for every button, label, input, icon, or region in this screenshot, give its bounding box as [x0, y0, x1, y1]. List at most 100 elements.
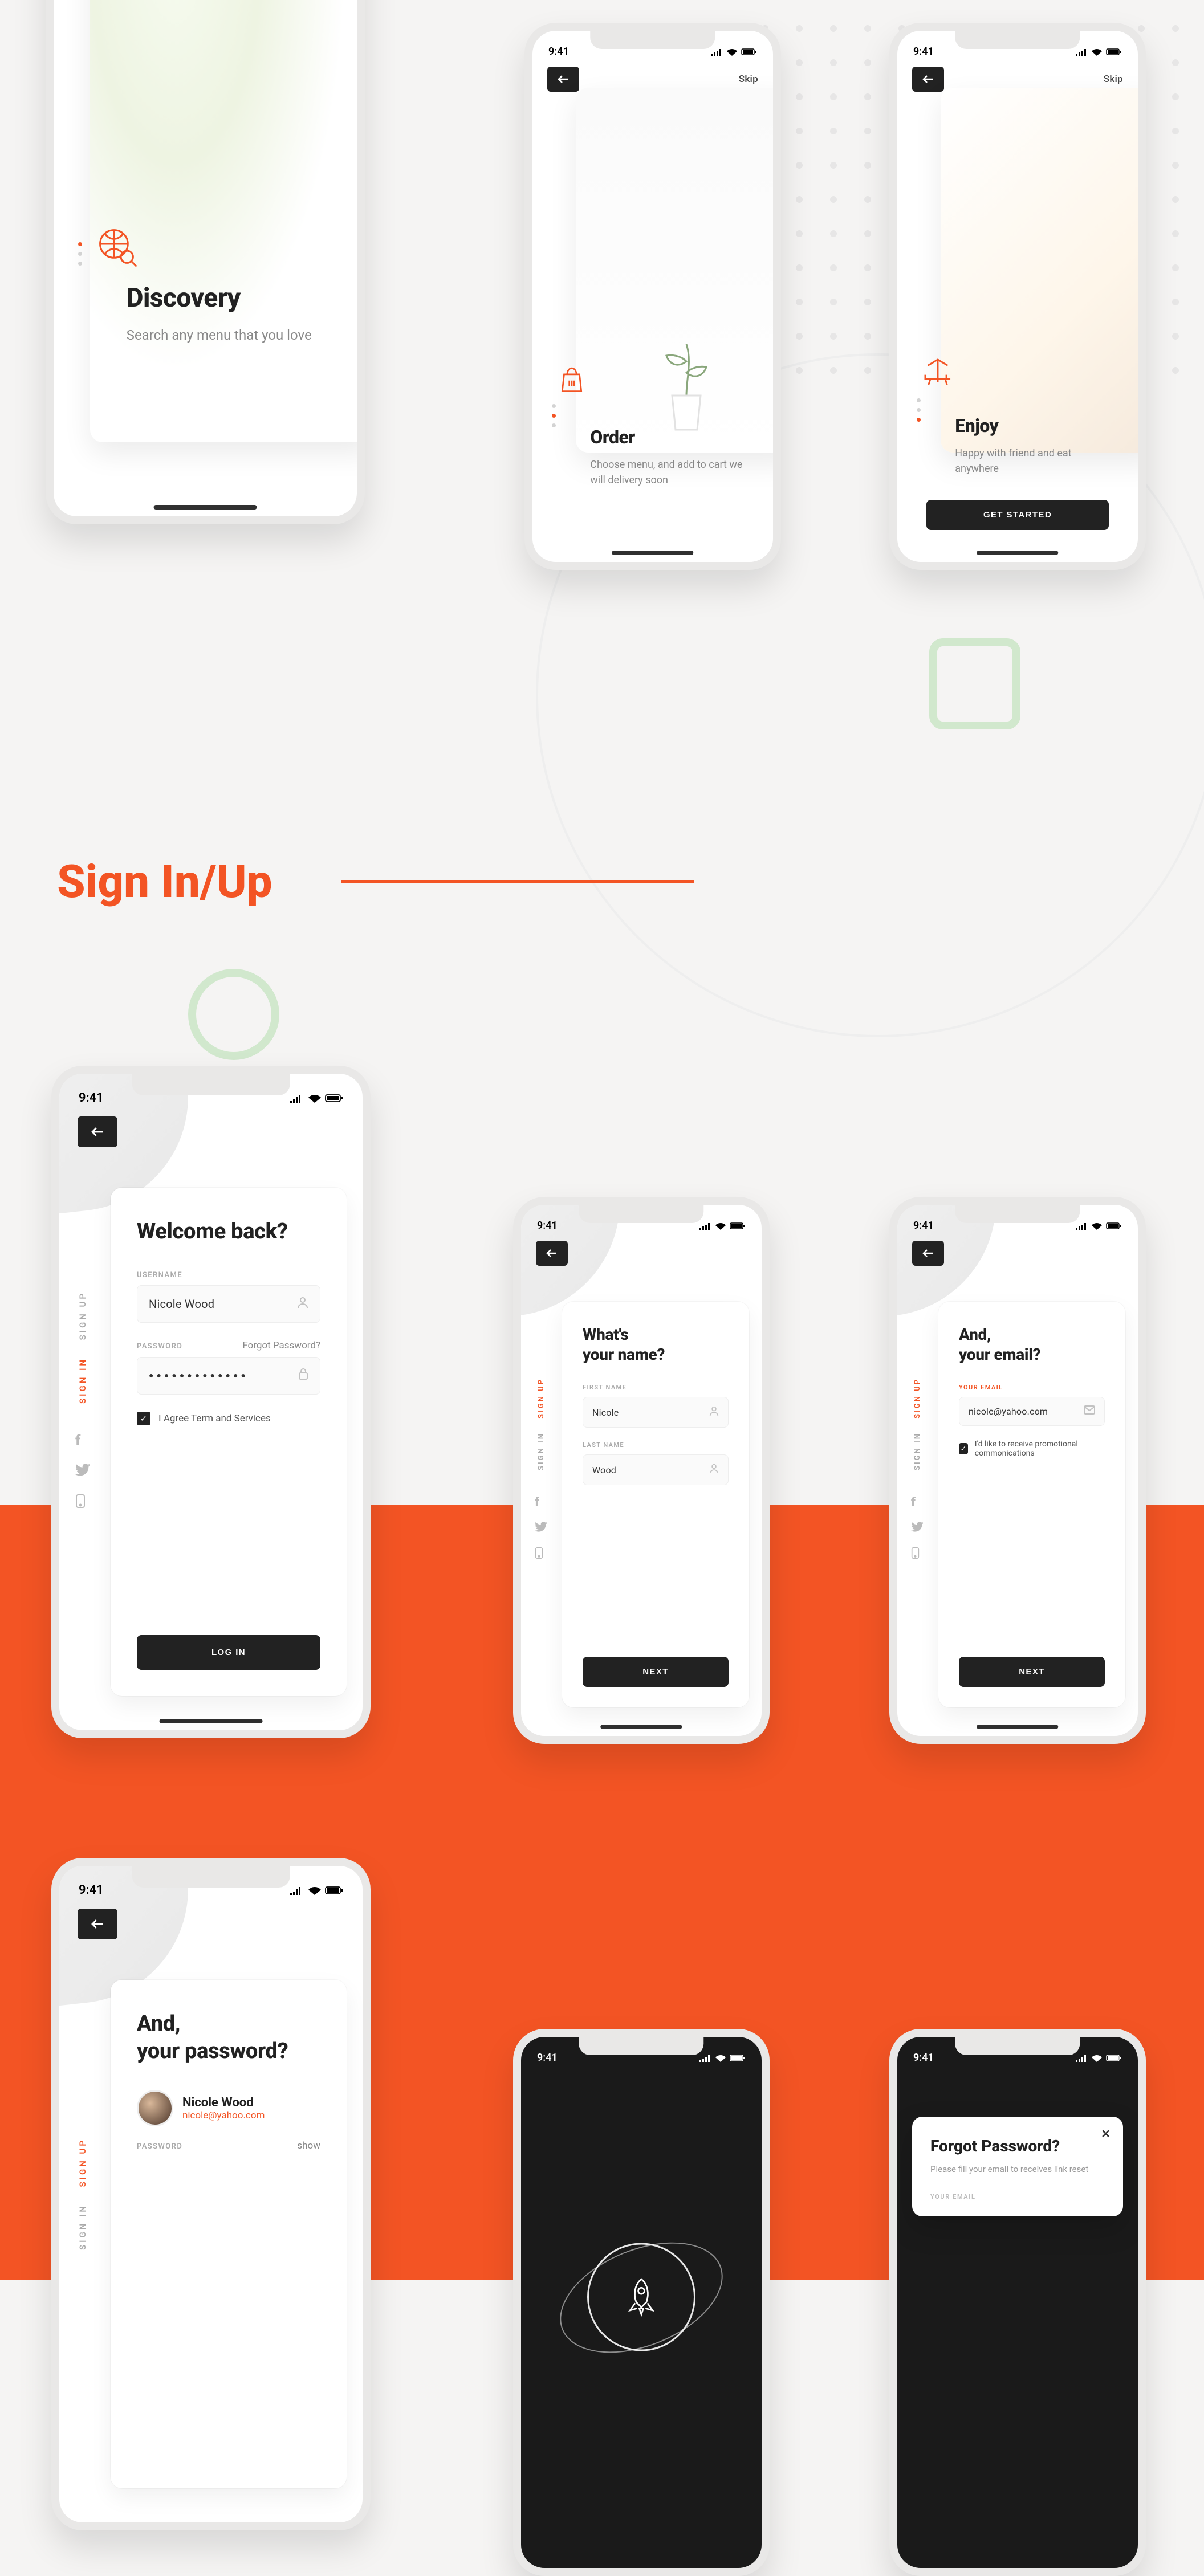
tab-sign-in[interactable]: SIGN IN — [913, 1432, 922, 1470]
username-input[interactable]: Nicole Wood — [137, 1285, 320, 1323]
promo-checkbox[interactable]: ✓ — [959, 1443, 968, 1454]
next-button[interactable]: NEXT — [959, 1657, 1105, 1687]
password-input[interactable]: ●●●●●●●●●●●●● — [137, 1357, 320, 1395]
status-icons — [1075, 2054, 1122, 2062]
profile-name: Nicole Wood — [182, 2096, 265, 2110]
section-title-rule — [341, 880, 694, 883]
home-indicator — [977, 551, 1058, 555]
status-time: 9:41 — [79, 1091, 104, 1105]
close-icon[interactable]: ✕ — [1101, 2127, 1111, 2141]
onboarding-pager — [552, 404, 556, 427]
globe-search-icon — [96, 226, 139, 271]
tab-sign-up[interactable]: SIGN UP — [78, 2138, 88, 2187]
tab-sign-up[interactable]: SIGN UP — [78, 1291, 88, 1340]
phone-notch — [590, 31, 715, 49]
terms-label: I Agree Term and Services — [158, 1413, 271, 1424]
password-label: PASSWORD — [137, 2142, 182, 2151]
status-time: 9:41 — [913, 2052, 934, 2064]
twitter-icon[interactable] — [75, 1463, 90, 1480]
last-name-input[interactable]: Wood — [583, 1454, 729, 1485]
password-value: ●●●●●●●●●●●●● — [149, 1371, 249, 1380]
facebook-icon[interactable]: f — [911, 1495, 924, 1510]
email-label: YOUR EMAIL — [930, 2193, 1105, 2200]
card-heading: And, your email? — [959, 1324, 1105, 1364]
back-button[interactable] — [536, 1241, 568, 1266]
get-started-button[interactable]: GET STARTED — [926, 500, 1109, 530]
next-button[interactable]: NEXT — [583, 1657, 729, 1687]
profile-email: nicole@yahoo.com — [182, 2110, 265, 2121]
first-name-value: Nicole — [592, 1407, 619, 1418]
forgot-password-link[interactable]: Forgot Password? — [242, 1340, 320, 1351]
phone-icon[interactable] — [911, 1547, 924, 1563]
home-indicator — [600, 1725, 682, 1729]
skip-button[interactable]: Skip — [1104, 74, 1123, 85]
tab-sign-up[interactable]: SIGN UP — [913, 1378, 922, 1419]
card-heading: Welcome back? — [137, 1218, 320, 1246]
email-input[interactable]: nicole@yahoo.com — [959, 1397, 1105, 1426]
user-icon — [709, 1463, 719, 1477]
terms-checkbox[interactable]: ✓ — [137, 1412, 150, 1425]
onboarding-title: Order — [590, 426, 749, 448]
phone-notch — [955, 1205, 1080, 1223]
lock-icon — [298, 1368, 308, 1384]
sign-in-card: Welcome back? USERNAME Nicole Wood PASSW… — [111, 1188, 347, 1696]
status-icons — [290, 1886, 343, 1895]
onboarding-title: Enjoy — [955, 415, 1114, 437]
password-label: PASSWORD — [137, 1342, 182, 1351]
home-indicator — [160, 1719, 263, 1723]
decoration-rounded-square — [929, 638, 1020, 729]
twitter-icon[interactable] — [911, 1521, 924, 1535]
card-heading: Forgot Password? — [930, 2136, 1105, 2156]
onboarding-subtitle: Choose menu, and add to cart we will del… — [590, 457, 749, 488]
facebook-icon[interactable]: f — [535, 1495, 547, 1510]
first-name-label: FIRST NAME — [583, 1384, 729, 1391]
card-heading: And, your password? — [137, 2011, 320, 2065]
user-icon — [297, 1296, 308, 1312]
status-time: 9:41 — [537, 2052, 558, 2064]
status-time: 9:41 — [913, 1220, 934, 1232]
twitter-icon[interactable] — [535, 1521, 547, 1535]
phone-notch — [955, 2037, 1080, 2055]
email-value: nicole@yahoo.com — [969, 1406, 1048, 1417]
back-button[interactable] — [547, 67, 579, 92]
back-button[interactable] — [78, 1909, 117, 1939]
status-icons — [290, 1094, 343, 1103]
tab-sign-in[interactable]: SIGN IN — [537, 1432, 546, 1470]
back-button[interactable] — [78, 1116, 117, 1147]
onboarding-card — [941, 88, 1146, 453]
username-label: USERNAME — [137, 1271, 320, 1279]
sign-up-name-card: What's your name? FIRST NAME Nicole LAST… — [562, 1302, 749, 1707]
mail-icon — [1084, 1405, 1095, 1417]
show-password-toggle[interactable]: show — [297, 2140, 320, 2151]
back-button[interactable] — [912, 1241, 944, 1266]
status-time: 9:41 — [913, 46, 934, 58]
status-icons — [699, 2054, 746, 2062]
phone-icon[interactable] — [75, 1494, 90, 1513]
phone-notch — [955, 31, 1080, 49]
facebook-icon[interactable]: f — [75, 1432, 90, 1449]
back-button[interactable] — [912, 67, 944, 92]
first-name-input[interactable]: Nicole — [583, 1397, 729, 1428]
status-time: 9:41 — [548, 46, 569, 58]
status-icons — [699, 1222, 746, 1230]
onboarding-card — [576, 88, 781, 453]
onboarding-title: Discovery — [127, 283, 327, 313]
phone-notch — [579, 1205, 703, 1223]
decoration-green-ring — [188, 969, 279, 1060]
tab-sign-in[interactable]: SIGN IN — [78, 2204, 88, 2250]
onboarding-pager — [917, 398, 921, 422]
tab-sign-in[interactable]: SIGN IN — [78, 1358, 88, 1404]
username-value: Nicole Wood — [149, 1297, 214, 1311]
home-indicator — [154, 505, 257, 510]
skip-button[interactable]: Skip — [739, 74, 758, 85]
avatar — [137, 2090, 173, 2126]
log-in-button[interactable]: LOG IN — [137, 1635, 320, 1670]
rocket-icon — [587, 2243, 695, 2351]
phone-notch — [132, 1074, 290, 1095]
tab-sign-up[interactable]: SIGN UP — [537, 1378, 546, 1419]
promo-label: I'd like to receive promotional commonic… — [975, 1440, 1105, 1458]
home-indicator — [612, 551, 693, 555]
phone-icon[interactable] — [535, 1547, 547, 1563]
onboarding-subtitle: Happy with friend and eat anywhere — [955, 446, 1114, 476]
last-name-value: Wood — [592, 1465, 616, 1476]
